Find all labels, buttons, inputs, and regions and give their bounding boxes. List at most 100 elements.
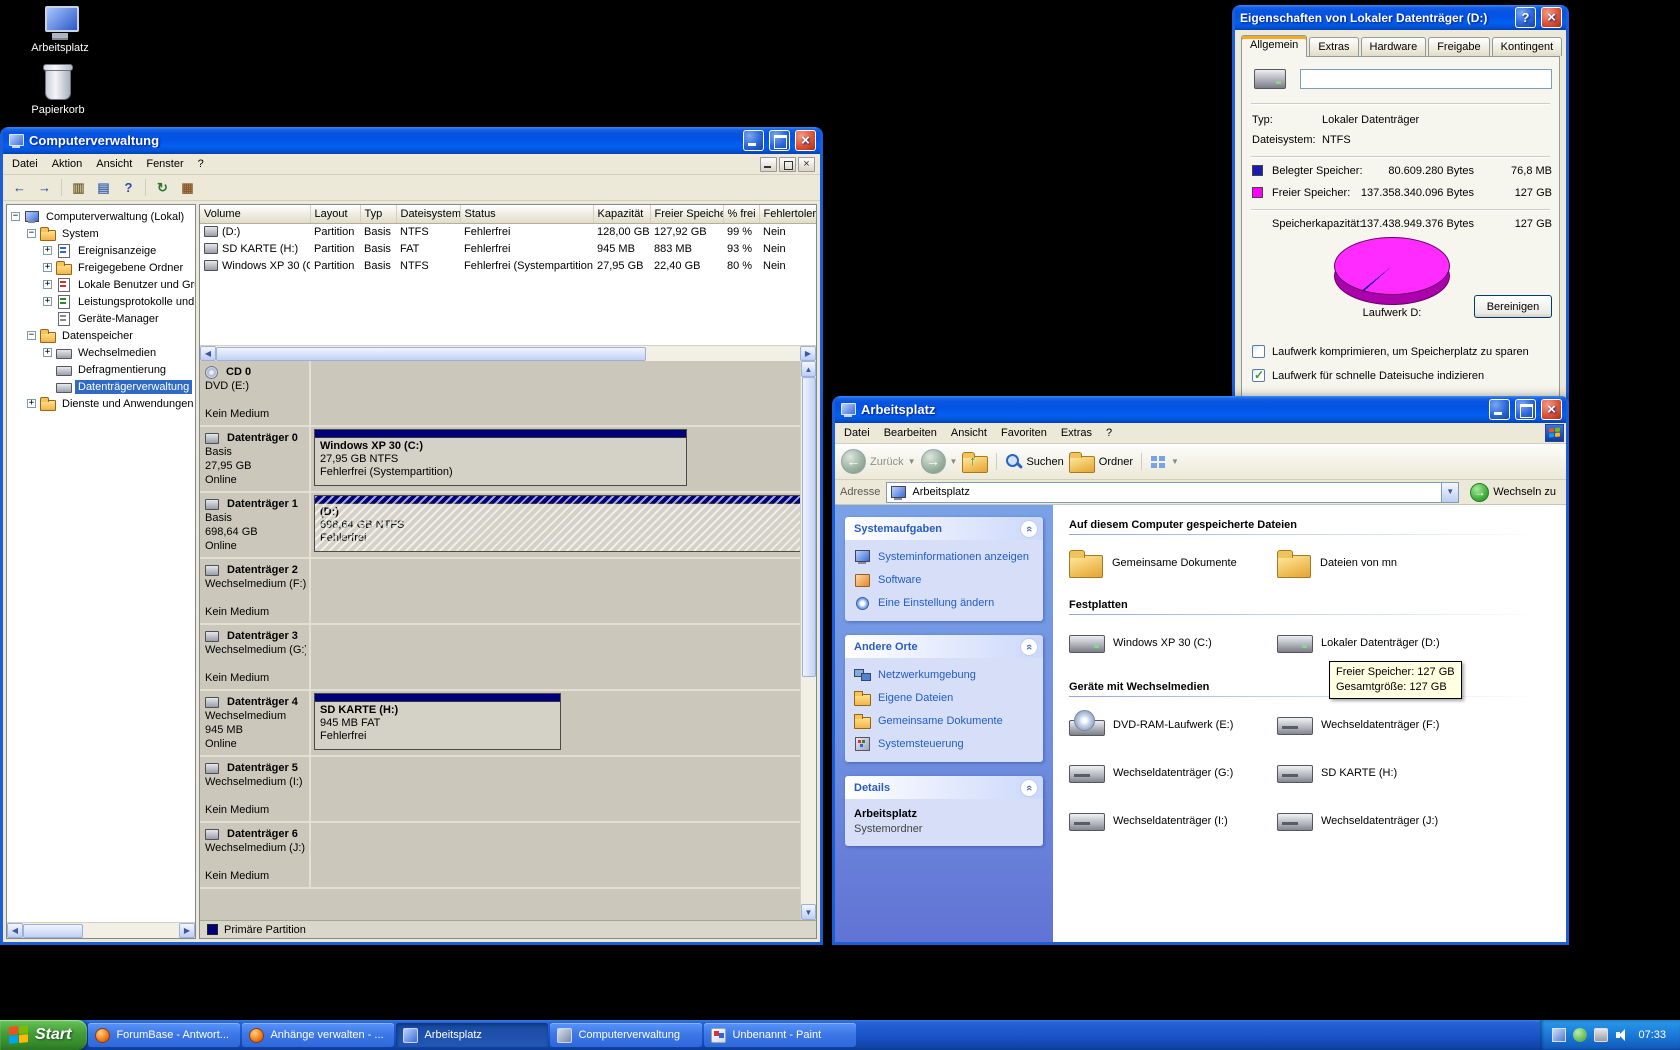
link-netzwerkumgebung[interactable]: Netzwerkumgebung	[854, 667, 1034, 682]
expand-icon[interactable]	[43, 280, 52, 289]
folders-button[interactable]: Ordner	[1068, 451, 1133, 473]
item-windows-xp-30-c[interactable]: Windows XP 30 (C:)	[1069, 627, 1277, 659]
tray-network-icon[interactable]	[1552, 1028, 1567, 1042]
titlebar[interactable]: Eigenschaften von Lokaler Datenträger (D…	[1235, 5, 1566, 30]
search-button[interactable]: Suchen	[1005, 453, 1064, 470]
menu-ansicht[interactable]: Ansicht	[944, 424, 994, 442]
scroll-right-icon[interactable]: ▶	[179, 923, 195, 938]
taskbar-button-anhaenge[interactable]: Anhänge verwalten - ...	[242, 1023, 395, 1047]
tab-kontingent[interactable]: Kontingent	[1491, 37, 1563, 56]
tree-item-ereignisanzeige[interactable]: Ereignisanzeige	[7, 242, 195, 259]
go-button[interactable]: Wechseln zu	[1465, 482, 1561, 502]
taskbar-button-computerverwaltung[interactable]: Computerverwaltung	[550, 1023, 703, 1047]
checkbox-checked-icon[interactable]	[1252, 368, 1265, 382]
disk-header[interactable]: Datenträger 5 Wechselmedium (I:) Kein Me…	[200, 757, 311, 821]
tray-safely-remove-icon[interactable]	[1573, 1028, 1588, 1042]
taskbar-button-paint[interactable]: Unbenannt - Paint	[704, 1023, 857, 1047]
disk-header[interactable]: Datenträger 1 Basis 698,64 GB Online	[200, 493, 311, 557]
tree-item-system[interactable]: System	[7, 225, 195, 242]
disk-header[interactable]: Datenträger 2 Wechselmedium (F:) Kein Me…	[200, 559, 311, 623]
collapse-icon[interactable]	[27, 331, 36, 340]
volume-horizontal-scrollbar[interactable]: ◀ ▶	[200, 345, 816, 361]
disk-vertical-scrollbar[interactable]: ▲ ▼	[800, 361, 816, 920]
partition-c[interactable]: Windows XP 30 (C:) 27,95 GB NTFS Fehlerf…	[314, 429, 687, 486]
taskbar-button-arbeitsplatz[interactable]: Arbeitsplatz	[396, 1023, 549, 1047]
scrollbar-thumb[interactable]	[216, 347, 646, 361]
help-icon[interactable]	[117, 177, 140, 199]
mdi-minimize-button[interactable]	[760, 156, 777, 172]
collapse-icon[interactable]	[11, 212, 20, 221]
menu-bearbeiten[interactable]: Bearbeiten	[877, 424, 944, 442]
chevron-up-icon[interactable]	[1020, 778, 1038, 797]
item-wechseldatentraeger-i[interactable]: Wechseldatenträger (I:)	[1069, 805, 1277, 837]
maximize-button[interactable]	[1515, 399, 1536, 420]
tray-usb-icon[interactable]	[1594, 1028, 1609, 1042]
partition-d-selected[interactable]: (D:) 698,64 GB NTFS Fehlerfrei	[314, 495, 800, 552]
tab-hardware[interactable]: Hardware	[1360, 37, 1427, 56]
panel-header[interactable]: Details	[845, 776, 1043, 799]
scroll-left-icon[interactable]: ◀	[200, 346, 216, 361]
compress-option[interactable]: Laufwerk komprimieren, um Speicherplatz …	[1252, 345, 1529, 358]
properties-icon[interactable]	[92, 177, 115, 199]
column-header-fehlertoleranz[interactable]: Fehlertoleranz	[759, 205, 816, 224]
menu-datei[interactable]: Datei	[5, 155, 45, 173]
up-button[interactable]: ↑	[962, 451, 989, 473]
item-dateien-von-mn[interactable]: Dateien von mn	[1277, 547, 1517, 579]
expand-icon[interactable]	[43, 297, 52, 306]
tray-volume-icon[interactable]	[1615, 1028, 1629, 1042]
item-sd-karte-h[interactable]: SD KARTE (H:)	[1277, 757, 1517, 789]
back-icon[interactable]	[8, 177, 31, 199]
expand-icon[interactable]	[43, 246, 52, 255]
show-tree-icon[interactable]	[67, 177, 90, 199]
minimize-button[interactable]	[1489, 399, 1510, 420]
tree-horizontal-scrollbar[interactable]: ◀ ▶	[7, 922, 195, 938]
chevron-up-icon[interactable]	[1020, 519, 1038, 538]
scrollbar-thumb[interactable]	[802, 377, 816, 677]
minimize-button[interactable]	[743, 130, 764, 151]
menu-aktion[interactable]: Aktion	[45, 155, 90, 173]
disk-header[interactable]: Datenträger 3 Wechselmedium (G:) Kein Me…	[200, 625, 311, 689]
close-button[interactable]	[1541, 399, 1562, 420]
volume-row[interactable]: (D:) Partition Basis NTFS Fehlerfrei 128…	[200, 223, 816, 240]
column-header-layout[interactable]: Layout	[310, 205, 361, 224]
volume-row[interactable]: SD KARTE (H:) Partition Basis FAT Fehler…	[200, 240, 816, 257]
action-icon[interactable]	[176, 177, 199, 199]
cleanup-button[interactable]: Bereinigen	[1474, 295, 1552, 318]
item-wechseldatentraeger-j[interactable]: Wechseldatenträger (J:)	[1277, 805, 1517, 837]
taskbar-button-forumbase[interactable]: ForumBase - Antwort...	[88, 1023, 241, 1047]
menu-favoriten[interactable]: Favoriten	[994, 424, 1054, 442]
disk-header[interactable]: Datenträger 6 Wechselmedium (J:) Kein Me…	[200, 823, 311, 887]
tree-item-freigegebene-ordner[interactable]: Freigegebene Ordner	[7, 259, 195, 276]
menu-hilfe[interactable]: ?	[1099, 424, 1119, 442]
link-software[interactable]: Software	[854, 572, 1034, 587]
mdi-restore-button[interactable]	[779, 156, 796, 172]
partition-h[interactable]: SD KARTE (H:) 945 MB FAT Fehlerfrei	[314, 693, 561, 750]
tree-item-geraete-manager[interactable]: Geräte-Manager	[7, 310, 195, 327]
tree-item-computerverwaltung[interactable]: Computerverwaltung (Lokal)	[7, 208, 195, 225]
expand-icon[interactable]	[43, 348, 52, 357]
tree-item-datenspeicher[interactable]: Datenspeicher	[7, 327, 195, 344]
forward-icon[interactable]	[33, 177, 56, 199]
disk-header[interactable]: Datenträger 0 Basis 27,95 GB Online	[200, 427, 311, 491]
item-wechseldatentraeger-g[interactable]: Wechseldatenträger (G:)	[1069, 757, 1277, 789]
tree-item-defragmentierung[interactable]: Defragmentierung	[7, 361, 195, 378]
link-gemeinsame-dokumente[interactable]: Gemeinsame Dokumente	[854, 713, 1034, 729]
menu-hilfe[interactable]: ?	[191, 155, 211, 173]
scroll-down-icon[interactable]: ▼	[801, 904, 816, 920]
panel-header[interactable]: Andere Orte	[845, 635, 1043, 658]
disk-header[interactable]: CD 0 DVD (E:) Kein Medium	[200, 361, 311, 425]
item-gemeinsame-dokumente[interactable]: Gemeinsame Dokumente	[1069, 547, 1277, 579]
help-button[interactable]	[1515, 7, 1536, 28]
close-button[interactable]	[1541, 7, 1562, 28]
column-header-kapazitaet[interactable]: Kapazität	[593, 205, 651, 224]
tree-item-leistungsprotokolle[interactable]: Leistungsprotokolle und Warnungen	[7, 293, 195, 310]
tab-allgemein[interactable]: Allgemein	[1241, 35, 1308, 57]
chevron-up-icon[interactable]	[1020, 637, 1038, 656]
checkbox-unchecked-icon[interactable]	[1252, 345, 1265, 358]
tree-item-wechselmedien[interactable]: Wechselmedien	[7, 344, 195, 361]
desktop-icon-arbeitsplatz[interactable]: Arbeitsplatz	[18, 6, 102, 54]
index-option[interactable]: Laufwerk für schnelle Dateisuche indizie…	[1252, 368, 1484, 382]
desktop-icon-papierkorb[interactable]: Papierkorb	[16, 64, 100, 116]
scroll-right-icon[interactable]: ▶	[800, 346, 816, 361]
address-combobox[interactable]: Arbeitsplatz ▼	[886, 481, 1460, 503]
